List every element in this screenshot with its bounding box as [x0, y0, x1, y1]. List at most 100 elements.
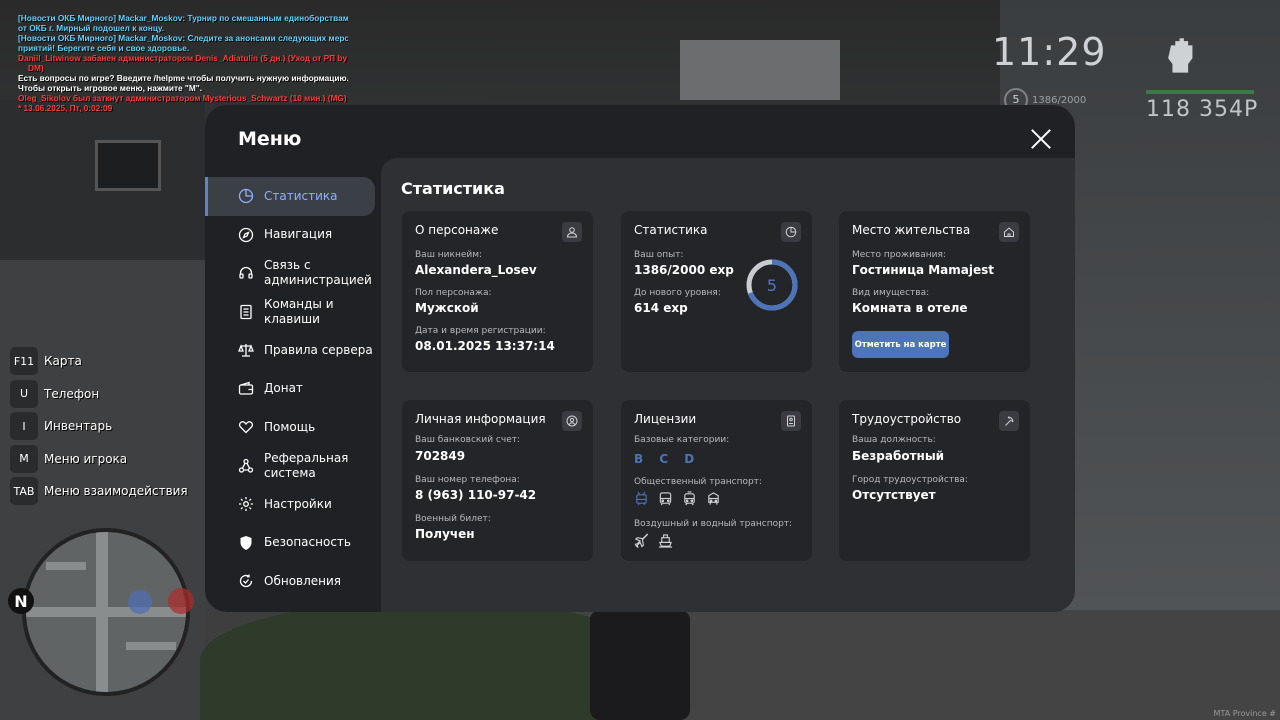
sidebar-item-updates[interactable]: Обновления — [205, 562, 381, 601]
refresh-check-icon — [238, 573, 254, 589]
user-icon — [562, 222, 582, 242]
residence-value: Гостиница Mamajest — [852, 263, 995, 277]
content-title: Статистика — [401, 179, 505, 198]
statistics-panel: Статистика О персонаже Ваш никнейм: Alex… — [381, 158, 1075, 612]
card-character: О персонаже Ваш никнейм: Alexandera_Lose… — [402, 211, 593, 372]
chat-line: Есть вопросы по игре? Введите /helpme чт… — [18, 73, 348, 83]
card-licenses: Лицензии Базовые категории: B C D Общест… — [621, 400, 812, 561]
menu-sidebar: Статистика Навигация Связь с администрац… — [205, 177, 381, 601]
user-circle-icon — [562, 411, 582, 431]
hotkey-inventory[interactable]: I Инвентарь — [10, 410, 188, 443]
sidebar-item-label: Помощь — [264, 419, 316, 434]
hotkey-label: Меню взаимодействия — [44, 484, 188, 499]
field-label: Военный билет: — [415, 514, 491, 524]
hotkey-key: M — [10, 444, 38, 473]
coach-icon — [706, 491, 721, 510]
hotkey-key: TAB — [10, 477, 38, 506]
sidebar-item-label: Реферальная система — [264, 450, 349, 480]
chat-line: Oleg_Sikolov был заткнут администратором… — [18, 93, 347, 103]
network-icon — [238, 458, 254, 474]
sidebar-item-label: Навигация — [264, 227, 333, 242]
sidebar-item-label: Команды и клавиши — [264, 296, 334, 326]
gender-value: Мужской — [415, 301, 479, 315]
chat-line: DM) — [28, 63, 44, 73]
trolleybus-icon — [634, 491, 649, 510]
hotkey-phone[interactable]: U Телефон — [10, 378, 188, 411]
mark-on-map-button[interactable]: Отметить на карте — [852, 331, 949, 358]
close-button[interactable] — [1030, 128, 1052, 150]
military-id-value: Получен — [415, 527, 475, 541]
chat-line: приятий! Берегите себя и свое здоровье. — [18, 43, 190, 53]
hotkey-label: Карта — [44, 354, 82, 369]
field-label: Ваш никнейм: — [415, 250, 483, 260]
field-label: Дата и время регистрации: — [415, 326, 546, 336]
field-label: Ваш опыт: — [634, 250, 684, 260]
registration-value: 08.01.2025 13:37:14 — [415, 339, 555, 353]
minimap-direction-icon — [168, 588, 194, 614]
field-label: Вид имущества: — [852, 288, 930, 298]
card-title: Статистика — [634, 223, 708, 237]
sidebar-item-security[interactable]: Безопасность — [205, 524, 381, 563]
sidebar-item-label: Настройки — [264, 496, 332, 511]
property-type-value: Комната в отеле — [852, 301, 968, 315]
shield-icon — [238, 535, 254, 551]
level-value: 5 — [766, 275, 778, 295]
license-card-icon — [781, 411, 801, 431]
card-title: Трудоустройство — [852, 412, 962, 426]
hotkey-label: Инвентарь — [44, 419, 113, 434]
hotkey-map[interactable]: F11 Карта — [10, 345, 188, 378]
headset-icon — [238, 265, 254, 281]
sidebar-item-rules[interactable]: Правила сервера — [205, 331, 381, 370]
hotkey-interaction-menu[interactable]: TAB Меню взаимодействия — [10, 475, 188, 508]
hud-clock: 11:29 — [992, 30, 1107, 74]
gear-icon — [238, 496, 254, 512]
menu-modal: Меню Статистика Навигация Связь с админи… — [205, 105, 1075, 612]
card-residence: Место жительства Место проживания: Гости… — [839, 211, 1030, 372]
card-title: Место жительства — [852, 223, 971, 237]
phone-value: 8 (963) 110-97-42 — [415, 488, 537, 502]
minimap-blip-icon — [128, 590, 152, 614]
sidebar-item-navigation[interactable]: Навигация — [205, 216, 381, 255]
hotkey-list: F11 Карта U Телефон I Инвентарь M Меню игрок… — [10, 345, 188, 508]
fist-icon — [1163, 34, 1199, 74]
wallet-icon — [238, 381, 254, 397]
sidebar-item-label: Обновления — [264, 573, 342, 588]
hud-health-bar — [1146, 90, 1254, 94]
bus-icon — [658, 491, 673, 510]
bank-account-value: 702849 — [415, 449, 466, 463]
chat-log: [Новости ОКБ Мирного] Mackar_Moskov: Тур… — [18, 13, 348, 113]
sidebar-item-help[interactable]: Помощь — [205, 408, 381, 447]
boat-icon — [658, 533, 673, 552]
hotkey-player-menu[interactable]: M Меню игрока — [10, 443, 188, 476]
sidebar-item-settings[interactable]: Настройки — [205, 485, 381, 524]
sidebar-item-referral[interactable]: Реферальная система — [205, 447, 381, 486]
sidebar-item-label: Правила сервера — [264, 342, 373, 357]
field-label: Ваш банковский счет: — [415, 435, 521, 445]
field-label: Базовые категории: — [634, 435, 730, 445]
sidebar-item-label: Статистика — [264, 188, 338, 203]
job-city-value: Отсутствует — [852, 488, 936, 502]
hotkey-label: Меню игрока — [44, 451, 128, 466]
chat-line: Чтобы открыть игровое меню, нажмите "M". — [18, 83, 203, 93]
background-billboard — [680, 40, 840, 100]
sidebar-item-support[interactable]: Связь с администрацией — [205, 254, 381, 293]
exp-value: 1386/2000 exp — [634, 263, 734, 277]
player-character — [590, 610, 690, 720]
hotkey-label: Телефон — [44, 386, 100, 401]
position-value: Безработный — [852, 449, 945, 463]
sidebar-item-donate[interactable]: Донат — [205, 370, 381, 409]
hud-money: 118 354Р — [1146, 97, 1259, 122]
field-label: Пол персонажа: — [415, 288, 492, 298]
sidebar-item-statistics[interactable]: Статистика — [205, 177, 375, 216]
server-watermark: MTA Province # — [1213, 709, 1276, 718]
hotkey-key: F11 — [10, 347, 38, 376]
pie-chart-icon — [781, 222, 801, 242]
heart-hand-icon — [238, 419, 254, 435]
sidebar-item-label: Связь с администрацией — [264, 258, 372, 288]
document-icon — [238, 304, 254, 320]
card-personal-info: Личная информация Ваш банковский счет: 7… — [402, 400, 593, 561]
field-label: Общественный транспорт: — [634, 477, 762, 487]
sidebar-item-commands[interactable]: Команды и клавиши — [205, 293, 381, 332]
tram-icon — [682, 491, 697, 510]
card-title: Лицензии — [634, 412, 697, 426]
